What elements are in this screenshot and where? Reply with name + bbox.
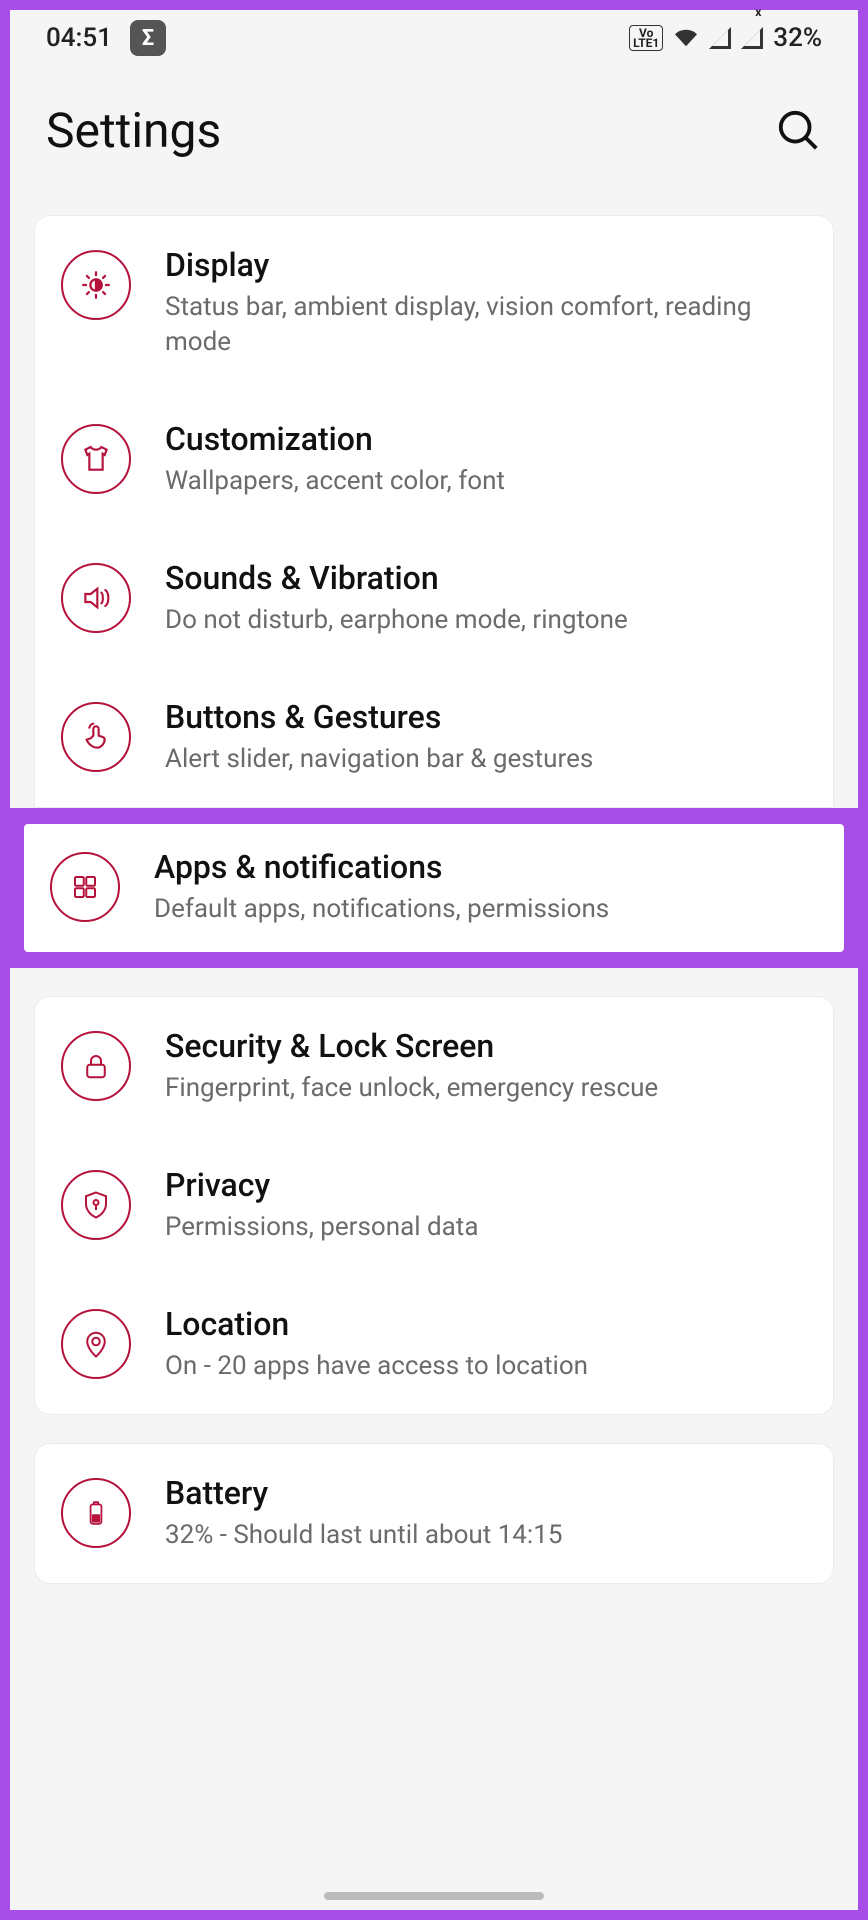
apps-icon bbox=[50, 852, 120, 922]
status-left: 04:51 Σ bbox=[46, 20, 166, 56]
battery-percent: 32% bbox=[773, 23, 822, 53]
settings-item-battery[interactable]: Battery 32% - Should last until about 14… bbox=[35, 1444, 833, 1583]
settings-item-display[interactable]: Display Status bar, ambient display, vis… bbox=[35, 216, 833, 390]
tshirt-icon bbox=[61, 424, 131, 494]
item-title: Privacy bbox=[165, 1166, 807, 1204]
item-subtitle: 32% - Should last until about 14:15 bbox=[165, 1518, 807, 1553]
item-title: Battery bbox=[165, 1474, 807, 1512]
settings-item-customization[interactable]: Customization Wallpapers, accent color, … bbox=[35, 390, 833, 529]
volte-icon: VoLTE1 bbox=[629, 25, 663, 51]
page-title: Settings bbox=[46, 102, 221, 159]
status-bar: 04:51 Σ VoLTE1 x 32% bbox=[10, 10, 858, 66]
item-title: Display bbox=[165, 246, 807, 284]
item-subtitle: Fingerprint, face unlock, emergency resc… bbox=[165, 1071, 807, 1106]
gesture-bar[interactable] bbox=[324, 1892, 544, 1900]
pin-icon bbox=[61, 1309, 131, 1379]
speaker-icon bbox=[61, 563, 131, 633]
item-subtitle: Wallpapers, accent color, font bbox=[165, 464, 807, 499]
item-title: Apps & notifications bbox=[154, 848, 818, 886]
shield-key-icon bbox=[61, 1170, 131, 1240]
settings-item-sounds[interactable]: Sounds & Vibration Do not disturb, earph… bbox=[35, 529, 833, 668]
item-title: Buttons & Gestures bbox=[165, 698, 807, 736]
item-title: Location bbox=[165, 1305, 807, 1343]
battery-icon bbox=[61, 1478, 131, 1548]
settings-group-1: Display Status bar, ambient display, vis… bbox=[34, 215, 834, 808]
settings-item-apps[interactable]: Apps & notifications Default apps, notif… bbox=[24, 824, 844, 951]
wifi-icon bbox=[673, 27, 699, 49]
settings-group-2: Security & Lock Screen Fingerprint, face… bbox=[34, 996, 834, 1415]
signal-2-icon: x bbox=[741, 27, 763, 49]
settings-item-buttons[interactable]: Buttons & Gestures Alert slider, navigat… bbox=[35, 668, 833, 807]
item-subtitle: Alert slider, navigation bar & gestures bbox=[165, 742, 807, 777]
brightness-icon bbox=[61, 250, 131, 320]
highlight-apps-notifications: Apps & notifications Default apps, notif… bbox=[10, 808, 858, 967]
item-title: Security & Lock Screen bbox=[165, 1027, 807, 1065]
status-right: VoLTE1 x 32% bbox=[629, 23, 822, 53]
header: Settings bbox=[10, 66, 858, 215]
signal-1-icon bbox=[709, 27, 731, 49]
settings-item-security[interactable]: Security & Lock Screen Fingerprint, face… bbox=[35, 997, 833, 1136]
status-time: 04:51 bbox=[46, 23, 112, 53]
item-subtitle: Permissions, personal data bbox=[165, 1210, 807, 1245]
settings-group-3: Battery 32% - Should last until about 14… bbox=[34, 1443, 834, 1584]
settings-item-privacy[interactable]: Privacy Permissions, personal data bbox=[35, 1136, 833, 1275]
tap-icon bbox=[61, 702, 131, 772]
item-subtitle: Do not disturb, earphone mode, ringtone bbox=[165, 603, 807, 638]
settings-item-location[interactable]: Location On - 20 apps have access to loc… bbox=[35, 1275, 833, 1414]
item-title: Sounds & Vibration bbox=[165, 559, 807, 597]
item-subtitle: Status bar, ambient display, vision comf… bbox=[165, 290, 807, 360]
search-icon[interactable] bbox=[776, 108, 822, 154]
item-title: Customization bbox=[165, 420, 807, 458]
item-subtitle: On - 20 apps have access to location bbox=[165, 1349, 807, 1384]
lock-icon bbox=[61, 1031, 131, 1101]
sigma-icon: Σ bbox=[130, 20, 166, 56]
item-subtitle: Default apps, notifications, permissions bbox=[154, 892, 818, 927]
